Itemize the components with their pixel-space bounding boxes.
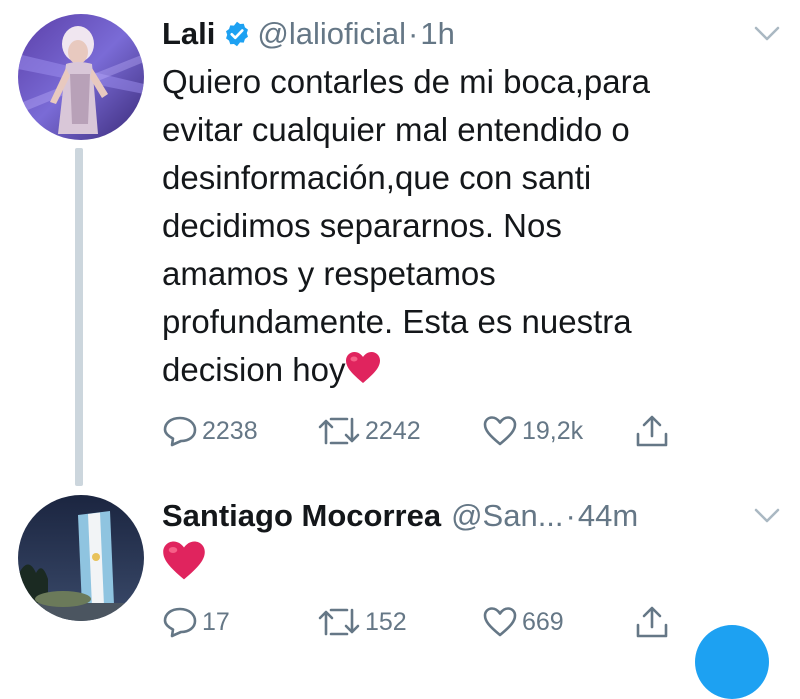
tweet-timestamp[interactable]: 1h — [420, 14, 454, 54]
reply-icon — [163, 607, 197, 638]
avatar-santiago[interactable] — [18, 495, 144, 621]
reply-count: 2238 — [202, 416, 258, 445]
tweet-lali[interactable]: Lali @lalioficial · 1h Quiero contarles … — [0, 0, 800, 486]
like-count: 19,2k — [522, 416, 584, 445]
retweet-button[interactable]: 2242 — [317, 413, 421, 449]
tweet-text: Quiero contarles de mi boca,para evitar … — [162, 58, 762, 394]
tweet-timestamp[interactable]: 44m — [578, 496, 638, 536]
like-button[interactable]: 19,2k — [482, 413, 583, 449]
chevron-down-icon[interactable] — [752, 20, 782, 46]
tweet-text-line: amamos y respetamos — [162, 255, 496, 292]
tweet-text-line: desinformación,que con santi — [162, 159, 592, 196]
like-button[interactable]: 669 — [482, 604, 564, 640]
separator-dot: · — [408, 16, 419, 51]
share-icon — [636, 415, 668, 447]
share-icon — [636, 606, 668, 638]
verified-badge-icon — [226, 21, 249, 47]
reply-button[interactable]: 2238 — [162, 413, 258, 449]
retweet-count: 2242 — [365, 416, 421, 445]
retweet-count: 152 — [365, 607, 407, 636]
tweet-santiago[interactable]: Santiago Mocorrea @San... · 44m 17 152 6… — [0, 486, 800, 651]
share-button[interactable] — [634, 413, 674, 449]
tweet-text-line: Quiero contarles de mi boca,para — [162, 63, 650, 100]
separator-dot: · — [565, 498, 576, 533]
thread-connector-line — [75, 148, 83, 486]
heart-icon — [483, 416, 517, 446]
tweet-header: Santiago Mocorrea @San... · 44m — [162, 496, 782, 536]
red-heart-emoji-icon — [346, 352, 381, 383]
author-name[interactable]: Santiago Mocorrea — [162, 496, 441, 536]
author-name[interactable]: Lali — [162, 14, 215, 54]
author-handle[interactable]: @San... — [451, 496, 563, 536]
tweet-text — [162, 540, 206, 583]
share-button[interactable] — [634, 604, 674, 640]
retweet-icon — [318, 608, 360, 636]
like-count: 669 — [522, 607, 564, 636]
avatar-lali[interactable] — [18, 14, 144, 140]
reply-button[interactable]: 17 — [162, 604, 230, 640]
retweet-button[interactable]: 152 — [317, 604, 407, 640]
author-handle[interactable]: @lalioficial — [257, 14, 406, 54]
tweet-text-line: decidimos separarnos. Nos — [162, 207, 562, 244]
reply-icon — [163, 416, 197, 447]
reply-count: 17 — [202, 607, 230, 636]
tweet-actions: 17 152 669 — [162, 604, 722, 640]
tweet-text-line: evitar cualquier mal entendido o — [162, 111, 630, 148]
tweet-header: Lali @lalioficial · 1h — [162, 14, 782, 54]
retweet-icon — [318, 417, 360, 445]
tweet-text-line: decision hoy — [162, 351, 346, 388]
chevron-down-icon[interactable] — [752, 502, 782, 528]
tweet-text-line: profundamente. Esta es nuestra — [162, 303, 632, 340]
heart-icon — [483, 607, 517, 637]
compose-tweet-button[interactable] — [695, 625, 769, 699]
red-heart-emoji-icon — [163, 541, 205, 580]
tweet-actions: 2238 2242 19,2k — [162, 413, 722, 449]
